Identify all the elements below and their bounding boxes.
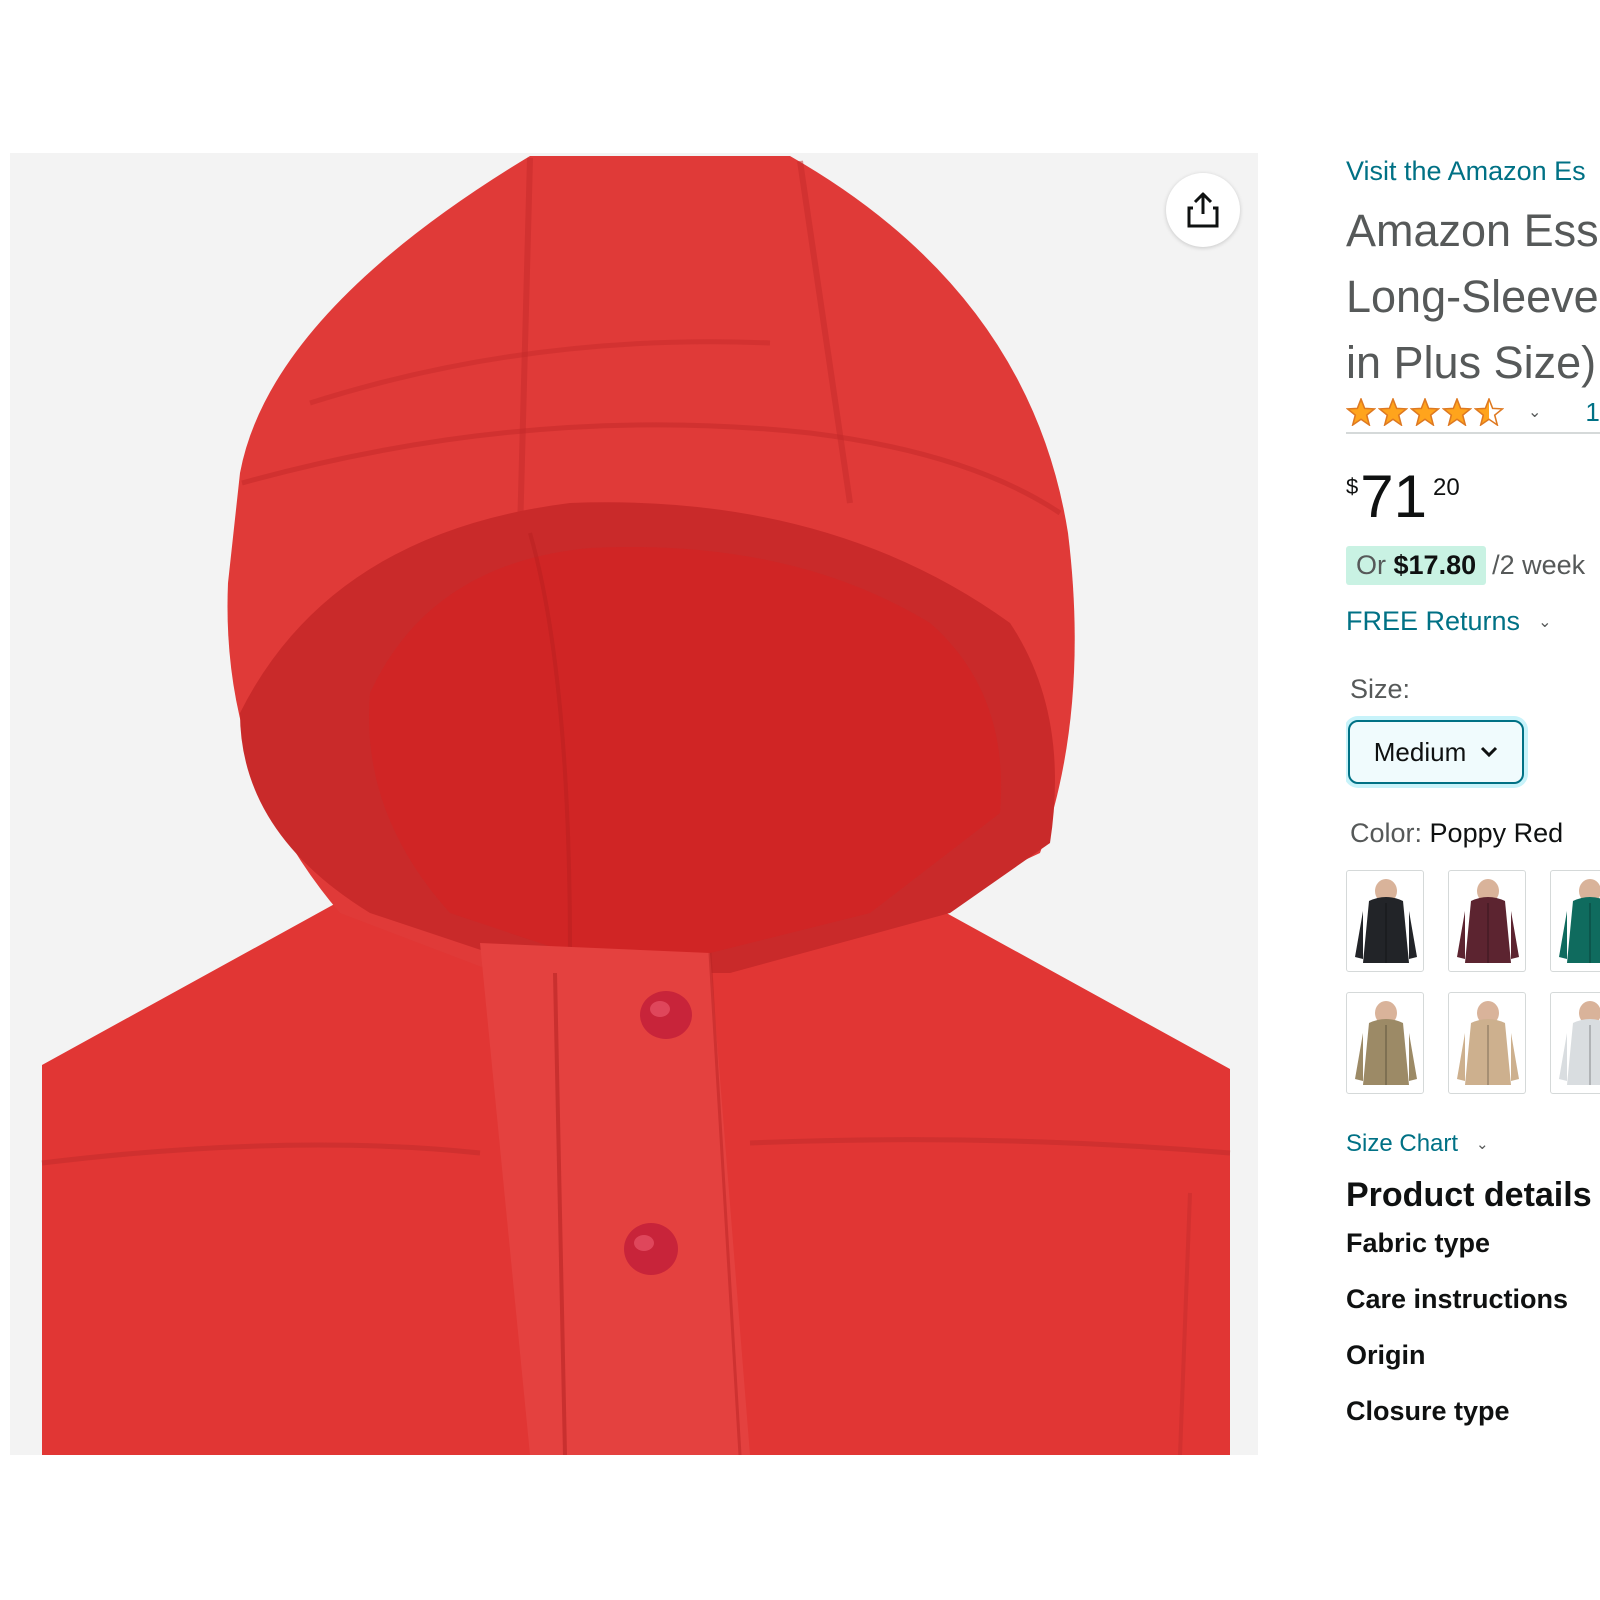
- price-fraction: 20: [1433, 474, 1460, 501]
- color-swatch[interactable]: [1550, 870, 1600, 972]
- share-icon: [1187, 192, 1219, 228]
- jacket-thumbnail-icon: [1559, 879, 1600, 963]
- product-title: Amazon Ess Long-Sleeve in Plus Size): [1346, 198, 1600, 396]
- color-swatch[interactable]: [1448, 870, 1526, 972]
- color-swatch[interactable]: [1448, 992, 1526, 1094]
- installment-amount: $17.80: [1393, 550, 1477, 580]
- color-swatch[interactable]: [1550, 992, 1600, 1094]
- detail-row-closure-type: Closure type: [1346, 1396, 1510, 1426]
- color-selected-value: Poppy Red: [1429, 818, 1564, 848]
- size-chart-link[interactable]: Size Chart ⌄: [1346, 1130, 1489, 1158]
- rating-chevron-down-icon[interactable]: ⌄: [1528, 402, 1541, 422]
- rating-count-link[interactable]: 1: [1585, 397, 1599, 428]
- product-main-image[interactable]: [10, 153, 1258, 1455]
- size-label: Size:: [1350, 674, 1411, 704]
- store-link[interactable]: Visit the Amazon Es: [1346, 156, 1586, 187]
- size-dropdown[interactable]: Medium: [1348, 720, 1524, 784]
- free-returns-label: FREE Returns: [1346, 606, 1521, 636]
- detail-row-fabric-type: Fabric type: [1346, 1228, 1491, 1258]
- chevron-down-icon: ⌄: [1476, 1136, 1489, 1153]
- detail-row-origin: Origin: [1346, 1340, 1426, 1370]
- star-icon: [1442, 398, 1472, 426]
- star-icon: [1346, 398, 1376, 426]
- jacket-thumbnail-icon: [1457, 879, 1519, 963]
- color-label-text: Color:: [1350, 818, 1423, 848]
- price-symbol: $: [1346, 474, 1359, 499]
- installment-or: Or: [1356, 550, 1386, 580]
- star-icon: [1378, 398, 1408, 426]
- star-icon: [1474, 398, 1504, 426]
- star-icon: [1410, 398, 1440, 426]
- price: $ 71 20: [1346, 466, 1460, 528]
- installment-offer[interactable]: Or $17.80 /2 week: [1346, 546, 1585, 585]
- free-returns-link[interactable]: FREE Returns ⌄: [1346, 606, 1551, 637]
- chevron-down-icon: ⌄: [1538, 613, 1552, 631]
- detail-row-care-instructions: Care instructions: [1346, 1284, 1569, 1314]
- size-chart-label: Size Chart: [1346, 1130, 1459, 1157]
- jacket-thumbnail-icon: [1355, 879, 1417, 963]
- color-label: Color: Poppy Red: [1350, 818, 1563, 849]
- rating-row: ⌄ 1: [1346, 392, 1600, 434]
- price-whole: 71: [1360, 463, 1427, 530]
- size-selected-value: Medium: [1373, 736, 1467, 767]
- product-info-panel: Visit the Amazon Es Amazon Ess Long-Slee…: [1346, 0, 1600, 1600]
- color-swatch[interactable]: [1346, 992, 1424, 1094]
- product-title-line: in Plus Size): [1346, 337, 1597, 388]
- jacket-illustration: [41, 156, 1231, 1455]
- color-swatch[interactable]: [1346, 870, 1424, 972]
- product-details-heading: Product details: [1346, 1176, 1592, 1214]
- jacket-thumbnail-icon: [1355, 1001, 1417, 1085]
- product-title-line: Amazon Ess: [1346, 205, 1599, 256]
- chevron-down-icon: [1481, 746, 1498, 758]
- installment-badge: Or $17.80: [1346, 546, 1487, 585]
- share-button[interactable]: [1166, 173, 1240, 247]
- jacket-thumbnail-icon: [1457, 1001, 1519, 1085]
- product-title-line: Long-Sleeve: [1346, 271, 1599, 322]
- installment-period: /2 week: [1492, 550, 1586, 580]
- star-rating[interactable]: [1346, 398, 1504, 426]
- jacket-thumbnail-icon: [1559, 1001, 1600, 1085]
